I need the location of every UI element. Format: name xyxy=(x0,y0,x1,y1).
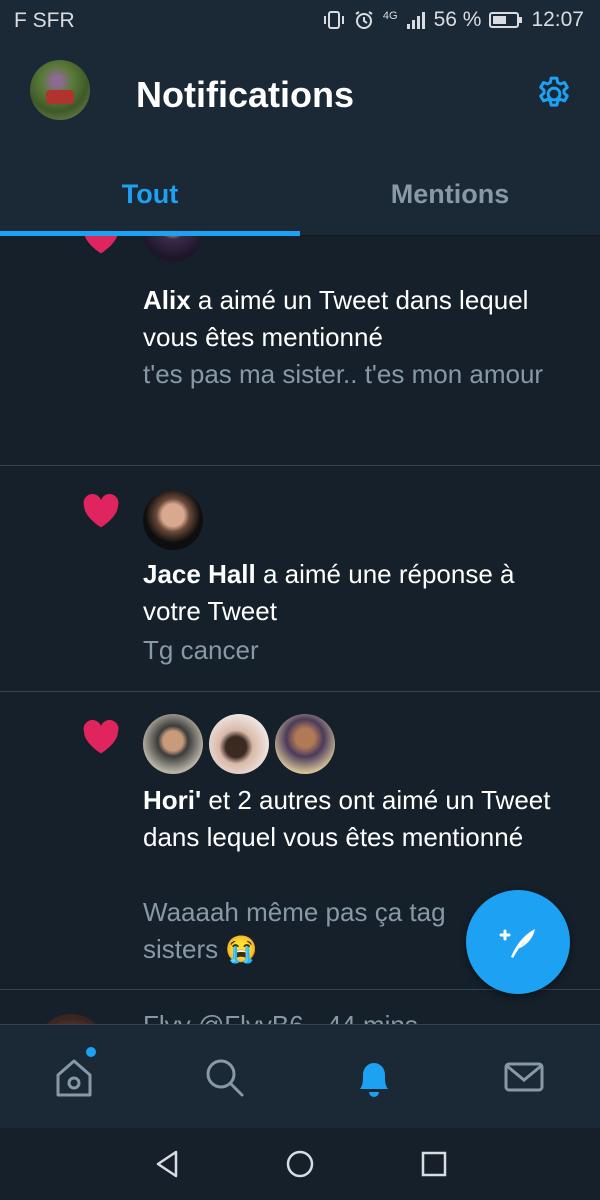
avatar[interactable] xyxy=(36,1014,106,1024)
tweet-preview-text: Waaaah même pas ça tag xyxy=(143,897,446,927)
heart-icon xyxy=(83,720,119,754)
status-icons: 4G 56 % 12:07 xyxy=(323,8,584,32)
battery-percent: 56 % xyxy=(433,8,482,31)
tab-all[interactable]: Tout xyxy=(0,152,300,236)
mail-icon[interactable] xyxy=(500,1053,548,1101)
compose-feather-icon xyxy=(499,929,535,958)
avatar[interactable] xyxy=(275,714,335,774)
tweet-preview: t'es pas ma sister.. t'es mon amour xyxy=(143,359,544,389)
notification-tabs: Tout Mentions xyxy=(0,152,600,236)
tweet-item[interactable]: Flyy @FlyyB6 · 44 mins xyxy=(0,990,600,1024)
home-icon[interactable] xyxy=(50,1053,98,1101)
app-header: Notifications xyxy=(0,40,600,152)
battery-icon xyxy=(489,12,523,28)
recents-icon[interactable] xyxy=(418,1148,450,1180)
tweet-preview-tail: sisters 😭 xyxy=(143,934,258,964)
liker-avatars xyxy=(143,236,203,262)
home-circle-icon[interactable] xyxy=(284,1148,316,1180)
network-type: 4G xyxy=(382,9,398,22)
avatar[interactable] xyxy=(143,714,203,774)
notification-text: Jace Hall a aimé une réponse à votre Twe… xyxy=(143,556,573,630)
notification-item[interactable]: Jace Hall a aimé une réponse à votre Twe… xyxy=(0,466,600,692)
status-bar: F SFR 4G 56 % 12:07 xyxy=(0,0,600,40)
back-icon[interactable] xyxy=(152,1148,184,1180)
signal-icon xyxy=(406,12,425,29)
notification-item[interactable]: Alix a aimé un Tweet dans lequel vous êt… xyxy=(0,236,600,466)
profile-avatar[interactable] xyxy=(30,60,90,120)
clock: 12:07 xyxy=(531,8,584,31)
notification-text: Alix a aimé un Tweet dans lequel vous êt… xyxy=(143,282,573,356)
notification-text: Hori' et 2 autres ont aimé un Tweet dans… xyxy=(143,782,573,856)
notification-action: a aimé un Tweet dans lequel vous êtes me… xyxy=(143,285,529,352)
vibrate-icon xyxy=(323,11,344,29)
search-icon[interactable] xyxy=(200,1053,248,1101)
bottom-navigation xyxy=(0,1024,600,1128)
system-navigation xyxy=(0,1128,600,1200)
compose-tweet-button[interactable] xyxy=(466,890,570,994)
liker-avatars xyxy=(143,714,335,774)
avatar[interactable] xyxy=(143,236,203,262)
avatar[interactable] xyxy=(143,490,203,550)
heart-icon xyxy=(83,494,119,528)
notification-action: et 2 autres ont aimé un Tweet dans leque… xyxy=(143,785,551,852)
tab-mentions[interactable]: Mentions xyxy=(300,152,600,236)
gear-icon[interactable] xyxy=(534,74,574,114)
liker-avatars xyxy=(143,490,203,550)
carrier-label: F SFR xyxy=(14,9,75,32)
user-name[interactable]: Alix xyxy=(143,285,191,315)
avatar[interactable] xyxy=(209,714,269,774)
tweet-preview: Tg cancer xyxy=(143,635,259,665)
page-title: Notifications xyxy=(136,74,355,115)
heart-icon xyxy=(84,236,118,254)
user-name[interactable]: Jace Hall xyxy=(143,559,256,589)
unread-indicator xyxy=(86,1047,96,1057)
tweet-header: Flyy @FlyyB6 · 44 mins xyxy=(143,1010,418,1024)
user-name[interactable]: Hori' xyxy=(143,785,201,815)
alarm-icon xyxy=(355,11,373,29)
bell-icon[interactable] xyxy=(350,1053,398,1101)
